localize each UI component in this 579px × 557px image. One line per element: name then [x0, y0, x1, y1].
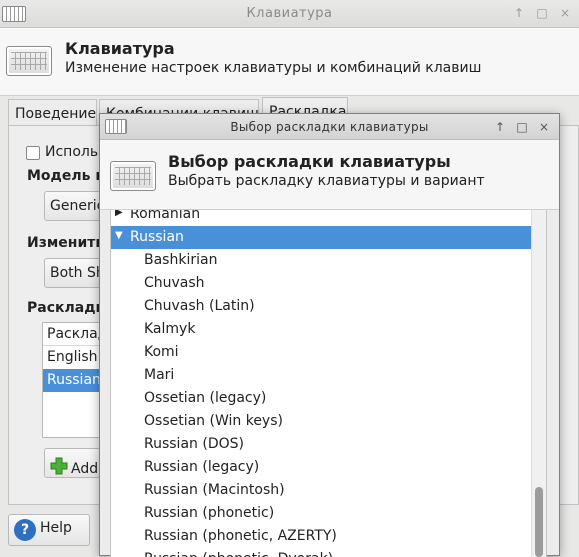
layout-chooser-dialog: Выбор раскладки клавиатуры ↑ □ × Выбор р…: [99, 113, 560, 557]
add-layout-label: Add: [71, 461, 99, 477]
tree-item-variant[interactable]: Russian (phonetic, AZERTY): [111, 525, 533, 548]
tree-item-variant[interactable]: Russian (phonetic): [111, 502, 533, 525]
tree-row-russian[interactable]: ▼ Russian: [111, 226, 533, 249]
tab-behavior[interactable]: Поведение: [8, 99, 97, 127]
dialog-header-title: Выбор раскладки клавиатуры: [168, 152, 451, 171]
dialog-close-button[interactable]: ×: [536, 119, 552, 135]
help-button[interactable]: ? Help: [8, 514, 90, 546]
tree-item-variant[interactable]: Russian (legacy): [111, 456, 533, 479]
tree-row-romanian[interactable]: ▶ Romanian: [111, 210, 533, 226]
tree-item-variant[interactable]: Ossetian (Win keys): [111, 410, 533, 433]
expanded-arrow-icon[interactable]: ▼: [115, 230, 123, 241]
tree-item-variant[interactable]: Komi: [111, 341, 533, 364]
tree-item-variant[interactable]: Russian (DOS): [111, 433, 533, 456]
tree-row-label: Romanian: [130, 210, 201, 222]
window-titlebar: Клавиатура ↑ □ ×: [0, 0, 579, 28]
help-icon: ?: [14, 519, 36, 541]
tree-item-variant[interactable]: Kalmyk: [111, 318, 533, 341]
keyboard-icon: [6, 46, 52, 76]
tree-item-variant[interactable]: Mari: [111, 364, 533, 387]
keyboard-icon: [110, 161, 156, 191]
tree-item-variant[interactable]: Bashkirian: [111, 249, 533, 272]
tree-item-variant[interactable]: Chuvash: [111, 272, 533, 295]
tree-row-label: Russian: [130, 229, 184, 245]
dialog-maximize-button[interactable]: □: [514, 119, 530, 135]
tree-item-variant[interactable]: Ossetian (legacy): [111, 387, 533, 410]
header-subtitle: Изменение настроек клавиатуры и комбинац…: [65, 60, 482, 76]
window-maximize-button[interactable]: □: [533, 4, 551, 22]
settings-header: Клавиатура Изменение настроек клавиатуры…: [0, 28, 579, 96]
dialog-title: Выбор раскладки клавиатуры: [230, 120, 429, 134]
tree-item-variant[interactable]: Chuvash (Latin): [111, 295, 533, 318]
header-title: Клавиатура: [65, 39, 175, 58]
window-keep-above-button[interactable]: ↑: [510, 4, 528, 22]
plus-icon: [50, 457, 68, 475]
collapsed-arrow-icon[interactable]: ▶: [115, 210, 123, 218]
layout-tree: ▶ Romanian ▼ Russian Bashkirian Chuvash …: [110, 210, 547, 557]
tree-scrollbar[interactable]: [531, 210, 546, 557]
tree-item-variant[interactable]: Russian (Macintosh): [111, 479, 533, 502]
help-label: Help: [40, 520, 72, 536]
dialog-header: Выбор раскладки клавиатуры Выбрать раскл…: [100, 140, 559, 210]
window-close-button[interactable]: ×: [556, 4, 574, 22]
scrollbar-thumb[interactable]: [535, 487, 543, 557]
dialog-keep-above-button[interactable]: ↑: [492, 119, 508, 135]
dialog-titlebar: Выбор раскладки клавиатуры ↑ □ ×: [100, 114, 559, 140]
dialog-header-subtitle: Выбрать раскладку клавиатуры и вариант: [168, 173, 485, 189]
window-title: Клавиатура: [246, 6, 333, 21]
use-system-defaults-checkbox[interactable]: [26, 146, 40, 160]
